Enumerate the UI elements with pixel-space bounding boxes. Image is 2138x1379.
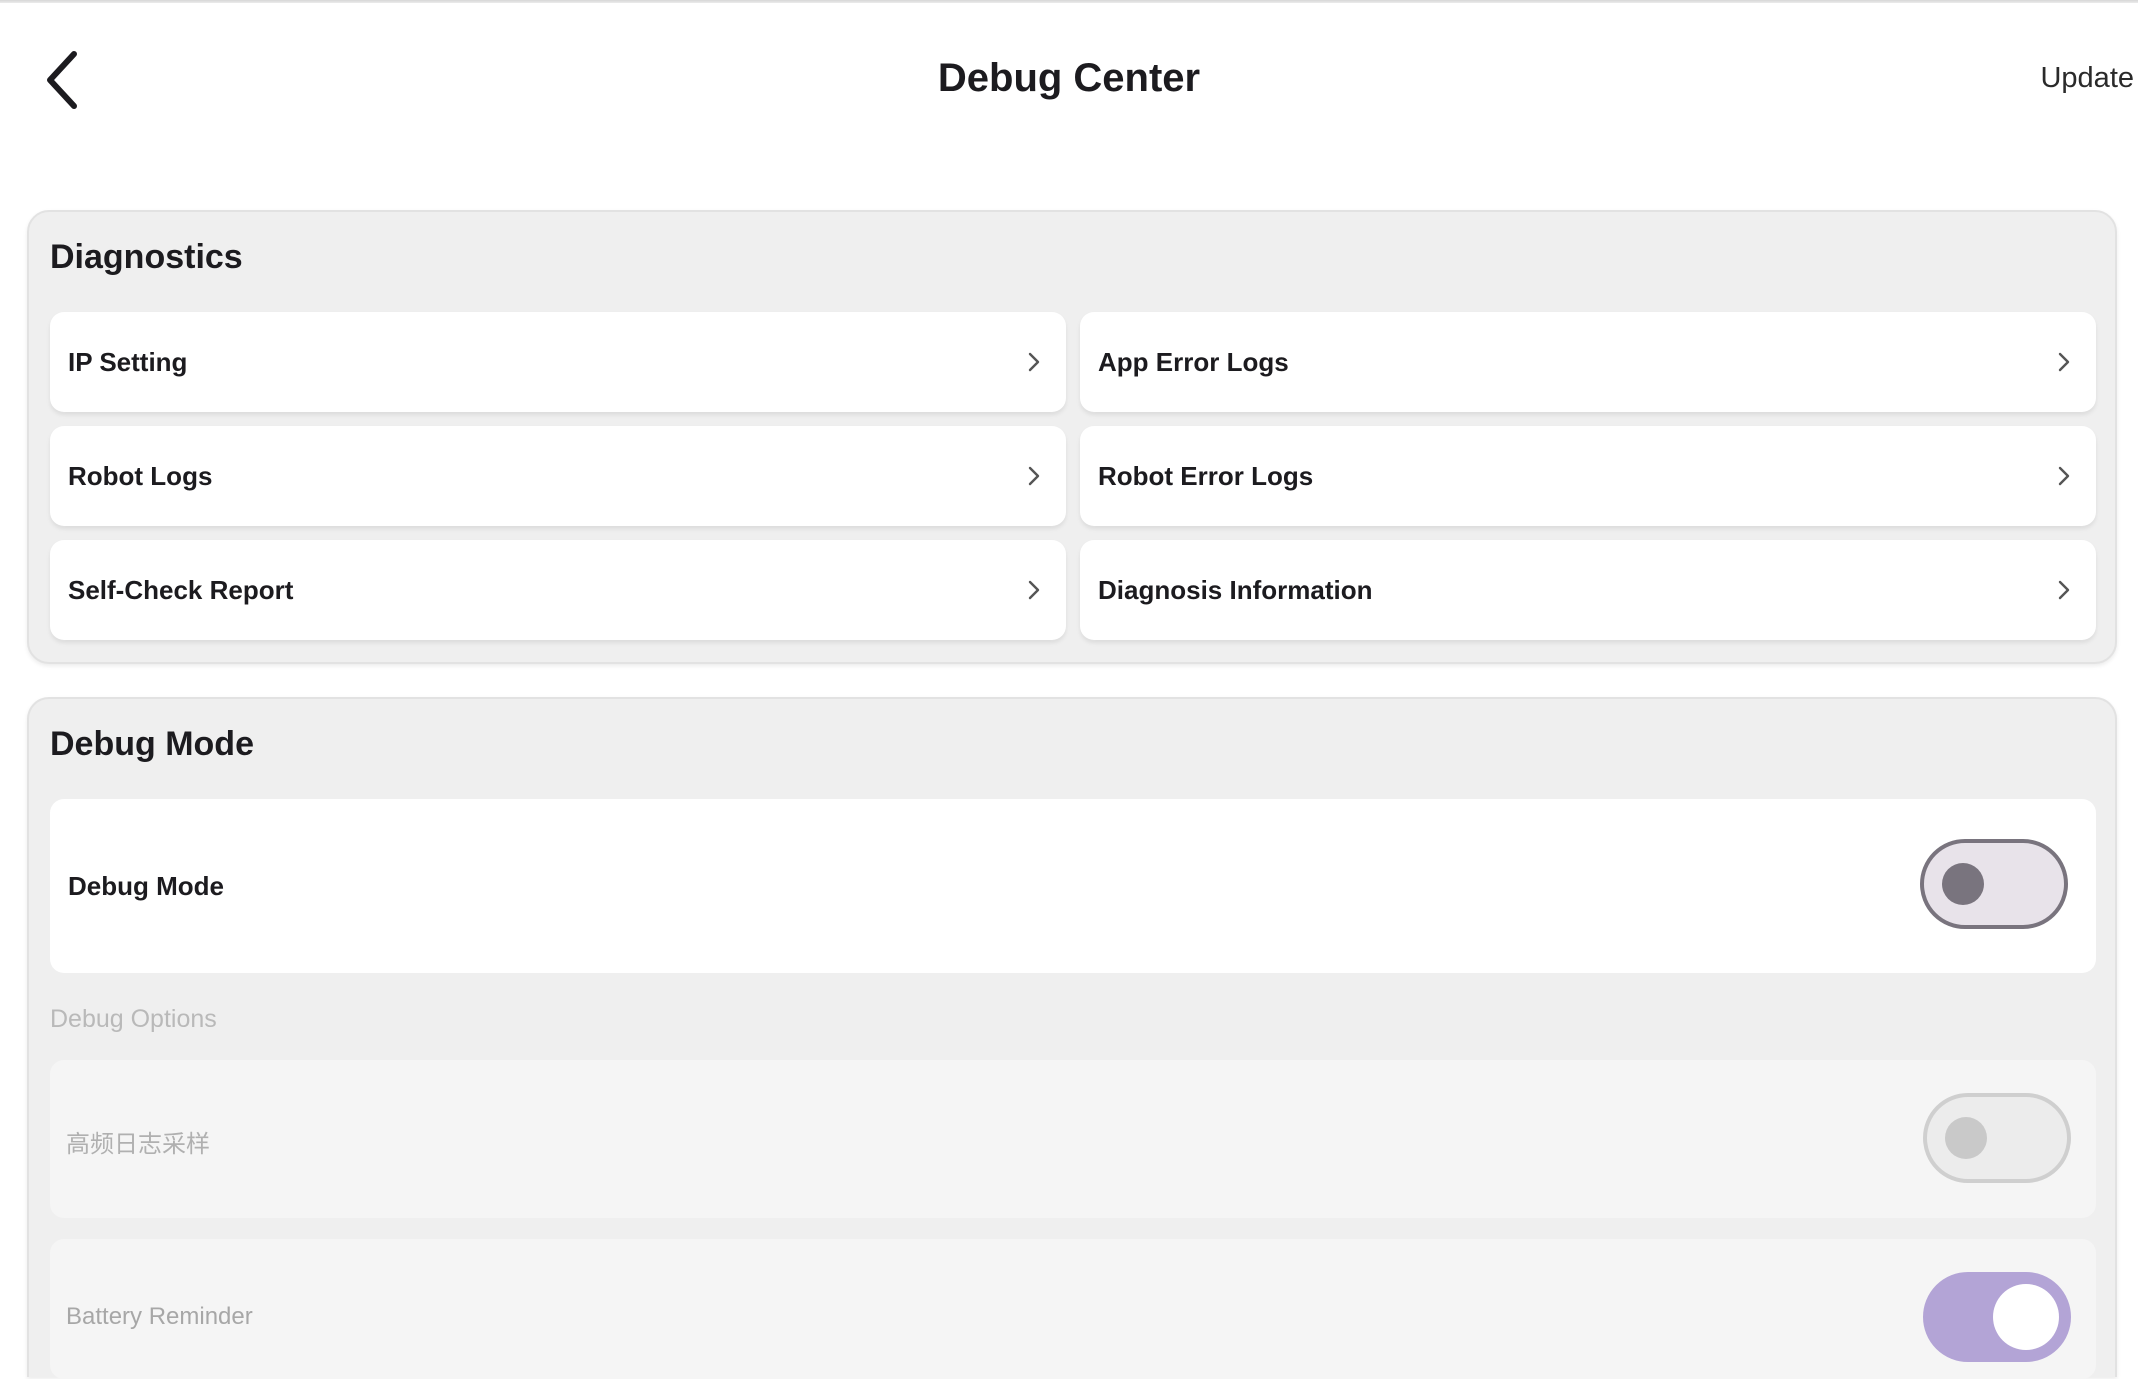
debug-mode-title: Debug Mode [50, 725, 254, 763]
item-label: IP Setting [68, 347, 188, 377]
battery-reminder-label: Battery Reminder [66, 1303, 253, 1330]
item-label: Robot Logs [68, 461, 213, 491]
switch-knob [1942, 863, 1984, 905]
page-title: Debug Center [937, 56, 1201, 100]
diagnostics-title: Diagnostics [50, 238, 243, 276]
chevron-right-icon [1028, 580, 1040, 600]
high-freq-log-row: 高频日志采样 [50, 1060, 2096, 1218]
app-header: Debug Center Update [0, 0, 2138, 160]
item-label: Diagnosis Information [1098, 575, 1373, 605]
chevron-right-icon [1028, 352, 1040, 372]
battery-reminder-switch[interactable] [1923, 1272, 2071, 1362]
switch-knob [1993, 1284, 2059, 1350]
ip-setting-item[interactable]: IP Setting [50, 312, 1066, 412]
debug-options-title: Debug Options [50, 1005, 217, 1033]
item-label: Robot Error Logs [1098, 461, 1314, 491]
update-button[interactable]: Update [2040, 62, 2134, 95]
item-label: Self-Check Report [68, 575, 294, 605]
battery-reminder-row: Battery Reminder [50, 1239, 2096, 1379]
high-freq-log-label: 高频日志采样 [66, 1130, 210, 1158]
switch-knob [1945, 1117, 1987, 1159]
diagnostics-card: Diagnostics IP Setting App Error Logs Ro… [27, 210, 2117, 664]
robot-logs-item[interactable]: Robot Logs [50, 426, 1066, 526]
debug-mode-label: Debug Mode [68, 871, 224, 901]
high-freq-log-switch[interactable] [1923, 1093, 2071, 1183]
chevron-right-icon [2058, 466, 2070, 486]
chevron-right-icon [1028, 466, 1040, 486]
self-check-report-item[interactable]: Self-Check Report [50, 540, 1066, 640]
robot-error-logs-item[interactable]: Robot Error Logs [1080, 426, 2096, 526]
chevron-right-icon [2058, 352, 2070, 372]
item-label: App Error Logs [1098, 347, 1289, 377]
chevron-right-icon [2058, 580, 2070, 600]
debug-mode-card: Debug Mode Debug Mode Debug Options 高频日志… [27, 697, 2117, 1379]
app-error-logs-item[interactable]: App Error Logs [1080, 312, 2096, 412]
diagnosis-information-item[interactable]: Diagnosis Information [1080, 540, 2096, 640]
debug-mode-switch[interactable] [1920, 839, 2068, 929]
debug-mode-row: Debug Mode [50, 799, 2096, 973]
